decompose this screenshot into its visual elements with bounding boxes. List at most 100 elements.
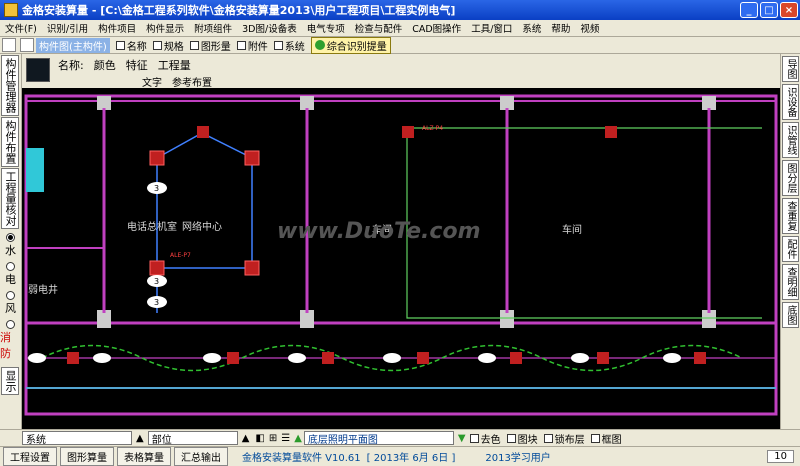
radio-wind[interactable]: 风 <box>0 291 21 316</box>
up-arrow-icon[interactable]: ▲ <box>294 433 302 444</box>
checkbox-system[interactable]: 系统 <box>273 38 305 53</box>
part-select[interactable]: 部位 <box>147 431 238 446</box>
checkbox-spec[interactable]: 规格 <box>152 38 184 53</box>
menu-recognize[interactable]: 识别/引用 <box>42 21 93 35</box>
menu-system[interactable]: 系统 <box>517 21 546 35</box>
menu-display[interactable]: 构件显示 <box>141 21 189 35</box>
checkbox-box[interactable] <box>506 433 516 443</box>
room-label: 网络中心 <box>182 220 222 233</box>
toolbar-icon[interactable]: ◧ <box>255 433 264 444</box>
tab-display[interactable]: 显示 <box>1 367 19 395</box>
status-user: 2013学习用户 <box>485 453 551 464</box>
tab-reference[interactable]: 参考布置 <box>172 74 212 89</box>
checkbox-frame[interactable]: 框图 <box>590 431 622 446</box>
checkbox-box[interactable] <box>590 433 600 443</box>
checkbox-box[interactable] <box>236 40 246 50</box>
checkbox-box[interactable] <box>543 433 553 443</box>
checkbox-label: 锁布层 <box>554 434 585 446</box>
radio-electric[interactable]: 电 <box>0 262 21 287</box>
checkbox-quantity[interactable]: 图形量 <box>189 38 231 53</box>
radio-dot[interactable] <box>6 233 15 242</box>
tab-component-layout[interactable]: 构件布置 <box>1 117 19 167</box>
radio-label: 电 <box>5 273 16 286</box>
checkbox-name[interactable]: 名称 <box>115 38 147 53</box>
node-label: 3 <box>154 184 159 193</box>
menu-check[interactable]: 检查与配件 <box>350 21 408 35</box>
tab-fittings[interactable]: 配件 <box>782 236 799 262</box>
tab-quantity-check[interactable]: 工程量核对 <box>1 168 19 229</box>
right-panel: 导图 识设备 识管线 图分层 查重复 配件 查明细 底图 <box>780 54 800 429</box>
system-select[interactable]: 系统 <box>22 431 132 446</box>
tab-import[interactable]: 导图 <box>782 56 799 82</box>
equipment-box <box>605 126 617 138</box>
radio-fire[interactable]: 消防 <box>0 320 21 361</box>
up-arrow-icon[interactable]: ▲ <box>242 433 250 444</box>
menu-file[interactable]: 文件(F) <box>0 21 42 35</box>
menu-attachment[interactable]: 附项组件 <box>189 21 237 35</box>
checkbox-decolor[interactable]: 去色 <box>469 431 501 446</box>
minimize-button[interactable]: _ <box>740 2 758 18</box>
checkbox-box[interactable] <box>115 40 125 50</box>
tab-base-drawing[interactable]: 底图 <box>782 302 799 328</box>
node-label: 3 <box>154 298 159 307</box>
component-icon[interactable] <box>2 38 16 52</box>
light-bubble <box>203 353 221 363</box>
menu-help[interactable]: 帮助 <box>546 21 575 35</box>
tab-recognize-pipeline[interactable]: 识管线 <box>782 122 799 158</box>
checkbox-box[interactable] <box>469 433 479 443</box>
radio-dot[interactable] <box>6 262 15 271</box>
down-arrow-icon[interactable]: ▼ <box>458 433 466 444</box>
close-button[interactable]: × <box>780 2 798 18</box>
radio-water[interactable]: 水 <box>0 233 21 258</box>
tab-text[interactable]: 文字 <box>142 74 162 89</box>
floor-select[interactable]: 底层照明平面图 <box>303 431 454 446</box>
recognize-button[interactable]: 综合识别提量 <box>310 36 391 54</box>
toolbar-icon[interactable]: ☰ <box>281 433 290 444</box>
menu-cad[interactable]: CAD图操作 <box>407 21 466 35</box>
app-icon <box>4 3 18 17</box>
checkbox-block[interactable]: 图块 <box>506 431 538 446</box>
checkbox-box[interactable] <box>189 40 199 50</box>
recognize-label: 综合识别提量 <box>326 41 387 53</box>
light-bubble <box>28 353 46 363</box>
tab-duplicate[interactable]: 查重复 <box>782 198 799 234</box>
radio-dot[interactable] <box>6 291 15 300</box>
radio-dot[interactable] <box>6 320 15 329</box>
checkbox-box[interactable] <box>273 40 283 50</box>
menu-video[interactable]: 视频 <box>575 21 604 35</box>
light-fixture <box>417 352 429 364</box>
left-panel: 构件管理器 构件布置 工程量核对 水 电 风 消防 显示 <box>0 54 22 429</box>
tab-detail[interactable]: 查明细 <box>782 264 799 300</box>
column <box>97 96 111 110</box>
menu-3d[interactable]: 3D图/设备表 <box>237 21 302 35</box>
color-label[interactable]: 颜色 <box>94 57 116 73</box>
cad-drawing[interactable]: 3 3 3 ALZ-P4 ALE-P7 电话总机室 网络中心 弱电井 车间 车间 <box>22 88 780 429</box>
grid-icon[interactable] <box>20 38 34 52</box>
cad-canvas[interactable]: 3 3 3 ALZ-P4 ALE-P7 电话总机室 网络中心 弱电井 车间 车间 <box>22 88 780 429</box>
checkbox-lock-layer[interactable]: 锁布层 <box>543 431 585 446</box>
checkbox-attachment[interactable]: 附件 <box>236 38 268 53</box>
toolbar-icon[interactable]: ⊞ <box>269 433 277 444</box>
light-fixture <box>322 352 334 364</box>
checkbox-label: 图块 <box>517 434 538 446</box>
menu-tools[interactable]: 工具/窗口 <box>466 21 517 35</box>
checkbox-box[interactable] <box>152 40 162 50</box>
part-select-label: 部位 <box>151 434 172 446</box>
up-arrow-icon[interactable]: ▲ <box>136 433 144 444</box>
menu-component[interactable]: 构件项目 <box>93 21 141 35</box>
summary-output-button[interactable]: 汇总输出 <box>174 447 228 466</box>
tab-component-manager[interactable]: 构件管理器 <box>1 55 19 116</box>
mode-label[interactable]: 构件图(主构件) <box>36 37 110 53</box>
tab-recognize-equipment[interactable]: 识设备 <box>782 84 799 120</box>
menu-electrical[interactable]: 电气专项 <box>302 21 350 35</box>
property-bar: 名称: 颜色 特征 工程量 文字 参考布置 <box>22 54 780 89</box>
light-fixture <box>67 352 79 364</box>
quantity-label[interactable]: 工程量 <box>158 57 191 73</box>
project-settings-button[interactable]: 工程设置 <box>3 447 57 466</box>
table-quantity-button[interactable]: 表格算量 <box>117 447 171 466</box>
maximize-button[interactable]: □ <box>760 2 778 18</box>
graphic-quantity-button[interactable]: 图形算量 <box>60 447 114 466</box>
tab-layer[interactable]: 图分层 <box>782 160 799 196</box>
checkbox-label: 附件 <box>247 41 268 53</box>
feature-label[interactable]: 特征 <box>126 57 148 73</box>
